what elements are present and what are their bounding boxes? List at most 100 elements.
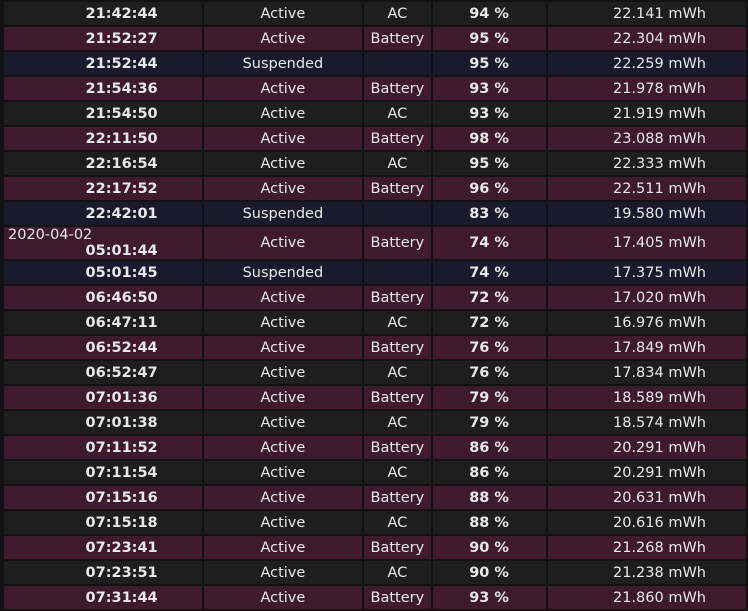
time: 07:31:44 (85, 589, 158, 606)
percent-cell: 76 % (432, 361, 546, 384)
table-row: 21:42:44 Active AC 94 % 22.141 mWh (4, 2, 746, 25)
datetime-cell: 07:31:44 (4, 586, 202, 609)
datetime-cell: 05:01:45 (4, 261, 202, 284)
source-cell: Battery (364, 27, 431, 50)
time: 22:42:01 (85, 205, 158, 222)
percent-cell: 72 % (432, 286, 546, 309)
capacity-cell: 21.238 mWh (547, 561, 746, 584)
datetime-cell: 07:11:52 (4, 436, 202, 459)
state-cell: Active (203, 411, 363, 434)
state-cell: Active (203, 102, 363, 125)
percent-cell: 90 % (432, 536, 546, 559)
percent-cell: 79 % (432, 411, 546, 434)
datetime-cell: 21:54:50 (4, 102, 202, 125)
percent-cell: 95 % (432, 152, 546, 175)
percent-cell: 79 % (432, 386, 546, 409)
time: 21:42:44 (85, 5, 158, 22)
capacity-cell: 17.375 mWh (547, 261, 746, 284)
capacity-cell: 17.020 mWh (547, 286, 746, 309)
source-cell (364, 261, 431, 284)
state-cell: Active (203, 127, 363, 150)
source-cell: Battery (364, 536, 431, 559)
time: 07:11:54 (85, 464, 158, 481)
capacity-cell: 18.574 mWh (547, 411, 746, 434)
source-cell: AC (364, 152, 431, 175)
source-cell: Battery (364, 386, 431, 409)
table-row: 22:42:01 Suspended 83 % 19.580 mWh (4, 202, 746, 225)
table-row: 07:23:41 Active Battery 90 % 21.268 mWh (4, 536, 746, 559)
source-cell: Battery (364, 177, 431, 200)
source-cell: AC (364, 361, 431, 384)
time: 07:01:36 (85, 389, 158, 406)
state-cell: Suspended (203, 52, 363, 75)
time: 07:23:41 (85, 539, 158, 556)
source-cell: Battery (364, 336, 431, 359)
table-row: 22:16:54 Active AC 95 % 22.333 mWh (4, 152, 746, 175)
table-row: 07:23:51 Active AC 90 % 21.238 mWh (4, 561, 746, 584)
percent-cell: 93 % (432, 102, 546, 125)
datetime-cell: 07:15:18 (4, 511, 202, 534)
state-cell: Active (203, 2, 363, 25)
datetime-cell: 06:46:50 (4, 286, 202, 309)
state-cell: Active (203, 227, 363, 259)
time: 07:15:18 (85, 514, 158, 531)
capacity-cell: 16.976 mWh (547, 311, 746, 334)
source-cell: Battery (364, 227, 431, 259)
time: 21:52:27 (85, 30, 158, 47)
source-cell: Battery (364, 77, 431, 100)
time: 07:15:16 (85, 489, 158, 506)
time: 21:54:50 (85, 105, 158, 122)
state-cell: Active (203, 286, 363, 309)
time: 21:52:44 (85, 55, 158, 72)
capacity-cell: 22.259 mWh (547, 52, 746, 75)
state-cell: Suspended (203, 261, 363, 284)
datetime-cell: 07:23:51 (4, 561, 202, 584)
capacity-cell: 17.849 mWh (547, 336, 746, 359)
percent-cell: 94 % (432, 2, 546, 25)
datetime-cell: 06:52:44 (4, 336, 202, 359)
datetime-cell: 22:11:50 (4, 127, 202, 150)
percent-cell: 96 % (432, 177, 546, 200)
state-cell: Active (203, 152, 363, 175)
datetime-cell: 07:01:38 (4, 411, 202, 434)
time: 07:01:38 (85, 414, 158, 431)
state-cell: Active (203, 361, 363, 384)
source-cell: AC (364, 561, 431, 584)
source-cell: Battery (364, 127, 431, 150)
state-cell: Active (203, 336, 363, 359)
percent-cell: 88 % (432, 511, 546, 534)
percent-cell: 86 % (432, 461, 546, 484)
datetime-cell: 07:15:16 (4, 486, 202, 509)
source-cell (364, 202, 431, 225)
table-row: 22:17:52 Active Battery 96 % 22.511 mWh (4, 177, 746, 200)
capacity-cell: 21.919 mWh (547, 102, 746, 125)
state-cell: Active (203, 536, 363, 559)
table-row: 07:31:44 Active Battery 93 % 21.860 mWh (4, 586, 746, 609)
percent-cell: 76 % (432, 336, 546, 359)
time: 06:52:44 (85, 339, 158, 356)
state-cell: Active (203, 586, 363, 609)
source-cell: Battery (364, 286, 431, 309)
datetime-cell: 21:54:36 (4, 77, 202, 100)
time: 22:11:50 (85, 130, 158, 147)
capacity-cell: 21.860 mWh (547, 586, 746, 609)
datetime-cell: 07:23:41 (4, 536, 202, 559)
time: 05:01:44 (85, 243, 158, 259)
table-body: 21:42:44 Active AC 94 % 22.141 mWh 21:52:27 Ac… (4, 2, 746, 609)
capacity-cell: 20.616 mWh (547, 511, 746, 534)
state-cell: Active (203, 27, 363, 50)
capacity-cell: 22.333 mWh (547, 152, 746, 175)
capacity-cell: 20.631 mWh (547, 486, 746, 509)
time: 07:11:52 (85, 439, 158, 456)
capacity-cell: 22.511 mWh (547, 177, 746, 200)
capacity-cell: 22.304 mWh (547, 27, 746, 50)
percent-cell: 93 % (432, 77, 546, 100)
percent-cell: 72 % (432, 311, 546, 334)
table-row: 07:15:16 Active Battery 88 % 20.631 mWh (4, 486, 746, 509)
source-cell: AC (364, 2, 431, 25)
table-row: 06:46:50 Active Battery 72 % 17.020 mWh (4, 286, 746, 309)
datetime-cell: 22:17:52 (4, 177, 202, 200)
table-row: 21:52:27 Active Battery 95 % 22.304 mWh (4, 27, 746, 50)
datetime-cell: 22:42:01 (4, 202, 202, 225)
time: 06:47:11 (85, 314, 158, 331)
